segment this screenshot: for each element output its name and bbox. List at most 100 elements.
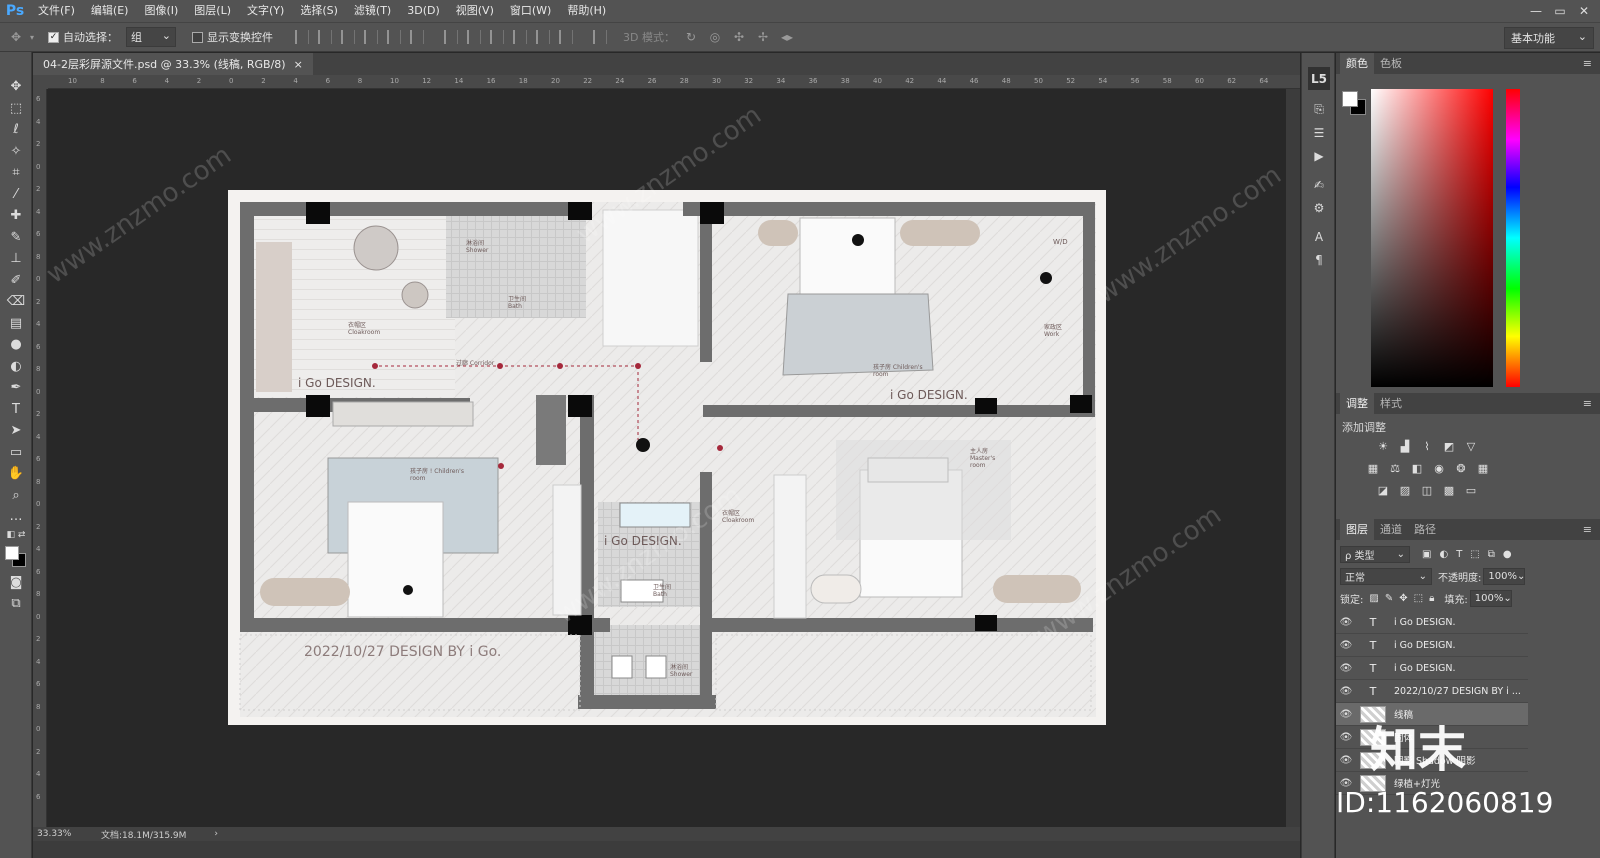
workspace-dropdown[interactable]: 基本功能 ⌄ bbox=[1504, 27, 1594, 49]
menu-item[interactable]: 编辑(E) bbox=[83, 0, 137, 22]
layer-row[interactable]: 👁︎ Ti Go DESIGN. bbox=[1336, 657, 1528, 680]
move-tool-icon[interactable]: ✥ bbox=[0, 76, 32, 98]
panel-menu-icon[interactable]: ≡ bbox=[1583, 57, 1592, 70]
align-top-icon[interactable] bbox=[295, 30, 309, 44]
document-tab[interactable]: 04-2层彩屏源文件.psd @ 33.3% (线稿, RGB/8) × bbox=[33, 53, 313, 75]
tab-layers[interactable]: 图层 bbox=[1340, 519, 1374, 540]
tab-styles[interactable]: 样式 bbox=[1374, 393, 1408, 414]
exposure-icon[interactable]: ◩ bbox=[1442, 439, 1456, 453]
lock-all-icon[interactable]: 🔒︎ bbox=[1429, 593, 1434, 604]
filter-smart-icon[interactable]: ⧉ bbox=[1488, 549, 1495, 560]
layer-row[interactable]: 👁︎ Ti Go DESIGN. bbox=[1336, 611, 1528, 634]
opacity-field[interactable]: 100% ⌄ bbox=[1483, 567, 1526, 585]
color-swatches[interactable] bbox=[0, 542, 32, 572]
filter-type-icon[interactable]: T bbox=[1456, 549, 1462, 560]
auto-select-dropdown[interactable]: 组 ⌄ bbox=[126, 27, 176, 47]
distribute-bottom-icon[interactable] bbox=[490, 30, 504, 44]
panel-menu-icon[interactable]: ≡ bbox=[1583, 523, 1592, 536]
visibility-eye-icon[interactable]: 👁︎ bbox=[1336, 640, 1356, 651]
close-window-button[interactable]: ✕ bbox=[1572, 0, 1596, 22]
posterize-icon[interactable]: ▨ bbox=[1398, 483, 1412, 497]
panel-foreground-swatch[interactable] bbox=[1342, 91, 1358, 107]
panel-menu-icon[interactable]: ≡ bbox=[1583, 397, 1592, 410]
crop-tool-icon[interactable]: ⌗ bbox=[0, 162, 32, 184]
tab-adjustments[interactable]: 调整 bbox=[1340, 393, 1374, 414]
menu-item[interactable]: 图层(L) bbox=[186, 0, 239, 22]
dodge-tool-icon[interactable]: ◐ bbox=[0, 356, 32, 378]
document-canvas[interactable]: i Go DESIGN. i Go DESIGN. i Go DESIGN. 2… bbox=[228, 190, 1106, 725]
color-saturation-field[interactable] bbox=[1371, 89, 1493, 387]
filter-shape-icon[interactable]: ⬚ bbox=[1470, 549, 1479, 560]
screen-mode-icon[interactable]: ⧉ bbox=[0, 593, 32, 615]
menu-item[interactable]: 滤镜(T) bbox=[346, 0, 399, 22]
lock-move-icon[interactable]: ✥ bbox=[1399, 593, 1407, 604]
lasso-tool-icon[interactable]: ℓ bbox=[0, 119, 32, 141]
horizontal-scrollbar[interactable] bbox=[33, 841, 1300, 858]
tab-channels[interactable]: 通道 bbox=[1374, 519, 1408, 540]
move-tool-preset-icon[interactable]: ✥ bbox=[8, 29, 24, 45]
black-white-icon[interactable]: ◧ bbox=[1410, 461, 1424, 475]
fill-field[interactable]: 100% ⌄ bbox=[1469, 589, 1512, 607]
hue-slider[interactable] bbox=[1506, 89, 1520, 387]
filter-pixel-icon[interactable]: ▣ bbox=[1422, 549, 1431, 560]
actions-icon[interactable]: ▶ bbox=[1302, 144, 1336, 167]
visibility-eye-icon[interactable]: 👁︎ bbox=[1336, 732, 1356, 743]
distribute-hcenter-icon[interactable] bbox=[536, 30, 550, 44]
distribute-vcenter-icon[interactable] bbox=[467, 30, 481, 44]
auto-select-toggle[interactable]: ✓ 自动选择： bbox=[48, 29, 118, 45]
gradient-tool-icon[interactable]: ▤ bbox=[0, 313, 32, 335]
tool-presets-icon[interactable]: ⚙ bbox=[1302, 196, 1336, 219]
lock-artboard-icon[interactable]: ⬚ bbox=[1414, 593, 1423, 604]
quick-mask-icon[interactable]: ◙ bbox=[0, 572, 32, 594]
curves-icon[interactable]: ⌇ bbox=[1420, 439, 1434, 453]
channel-mixer-icon[interactable]: ❂ bbox=[1454, 461, 1468, 475]
align-hcenter-icon[interactable] bbox=[387, 30, 401, 44]
3d-roll-icon[interactable]: ◎ bbox=[707, 29, 723, 45]
menu-item[interactable]: 帮助(H) bbox=[559, 0, 614, 22]
align-right-icon[interactable] bbox=[410, 30, 424, 44]
tab-swatches[interactable]: 色板 bbox=[1374, 53, 1408, 74]
align-left-icon[interactable] bbox=[364, 30, 378, 44]
visibility-eye-icon[interactable]: 👁︎ bbox=[1336, 709, 1356, 720]
character-panel-icon[interactable]: A bbox=[1302, 225, 1336, 248]
menu-item[interactable]: 图像(I) bbox=[136, 0, 186, 22]
photo-filter-icon[interactable]: ◉ bbox=[1432, 461, 1446, 475]
layer-filter-dropdown[interactable]: ρ 类型 ⌄ bbox=[1340, 545, 1410, 563]
align-bottom-icon[interactable] bbox=[341, 30, 355, 44]
auto-select-checkbox[interactable]: ✓ bbox=[48, 31, 59, 43]
ruler-corner[interactable] bbox=[33, 75, 48, 89]
invert-icon[interactable]: ◪ bbox=[1376, 483, 1390, 497]
horizontal-ruler[interactable]: 10 8 6 4 2 0 2 4 6 8 10 12 14 16 18 20 22 24 26 28 30 32 34 36 3… bbox=[48, 75, 1300, 89]
3d-slide-icon[interactable]: ✢ bbox=[755, 29, 771, 45]
lock-paint-icon[interactable]: ✎ bbox=[1385, 593, 1393, 604]
color-balance-icon[interactable]: ⚖ bbox=[1388, 461, 1402, 475]
layer-row[interactable]: 👁︎ T 2022/10/27 DESIGN BY i ... bbox=[1336, 680, 1528, 703]
minimize-button[interactable]: — bbox=[1524, 0, 1548, 22]
properties-icon[interactable]: ☰ bbox=[1302, 121, 1336, 144]
3d-scale-icon[interactable]: ◂▸ bbox=[779, 29, 795, 45]
filter-toggle-icon[interactable]: ● bbox=[1503, 549, 1512, 560]
marquee-tool-icon[interactable]: ⬚ bbox=[0, 98, 32, 120]
brightness-icon[interactable]: ☀ bbox=[1376, 439, 1390, 453]
tab-paths[interactable]: 路径 bbox=[1408, 519, 1442, 540]
blend-mode-dropdown[interactable]: 正常 ⌄ bbox=[1340, 567, 1432, 585]
visibility-eye-icon[interactable]: 👁︎ bbox=[1336, 755, 1356, 766]
blur-tool-icon[interactable]: ● bbox=[0, 334, 32, 356]
lock-transparent-icon[interactable]: ▨ bbox=[1369, 593, 1378, 604]
eyedropper-tool-icon[interactable]: ⁄ bbox=[0, 184, 32, 206]
vibrance-icon[interactable]: ▽ bbox=[1464, 439, 1478, 453]
filter-adjust-icon[interactable]: ◐ bbox=[1439, 549, 1448, 560]
color-lookup-icon[interactable]: ▦ bbox=[1476, 461, 1490, 475]
chevron-down-icon[interactable]: ▾ bbox=[24, 29, 40, 45]
3d-drag-icon[interactable]: ✣ bbox=[731, 29, 747, 45]
show-transform-checkbox[interactable] bbox=[192, 31, 203, 43]
hand-tool-icon[interactable]: ✋ bbox=[0, 463, 32, 485]
menu-item[interactable]: 文字(Y) bbox=[239, 0, 292, 22]
rectangle-tool-icon[interactable]: ▭ bbox=[0, 442, 32, 464]
tab-color[interactable]: 颜色 bbox=[1340, 53, 1374, 74]
vertical-ruler[interactable]: 6 4 2 0 2 4 6 8 0 2 4 6 8 0 2 4 6 8 0 2 4 6 8 0 2 4 6 8 0 2 4 6 bbox=[33, 89, 47, 827]
zoom-tool-icon[interactable]: ⌕ bbox=[0, 485, 32, 507]
more-tools-icon[interactable]: … bbox=[0, 506, 32, 528]
brush-presets-icon[interactable]: ✍ bbox=[1302, 173, 1336, 196]
vertical-scrollbar[interactable] bbox=[1286, 89, 1300, 827]
